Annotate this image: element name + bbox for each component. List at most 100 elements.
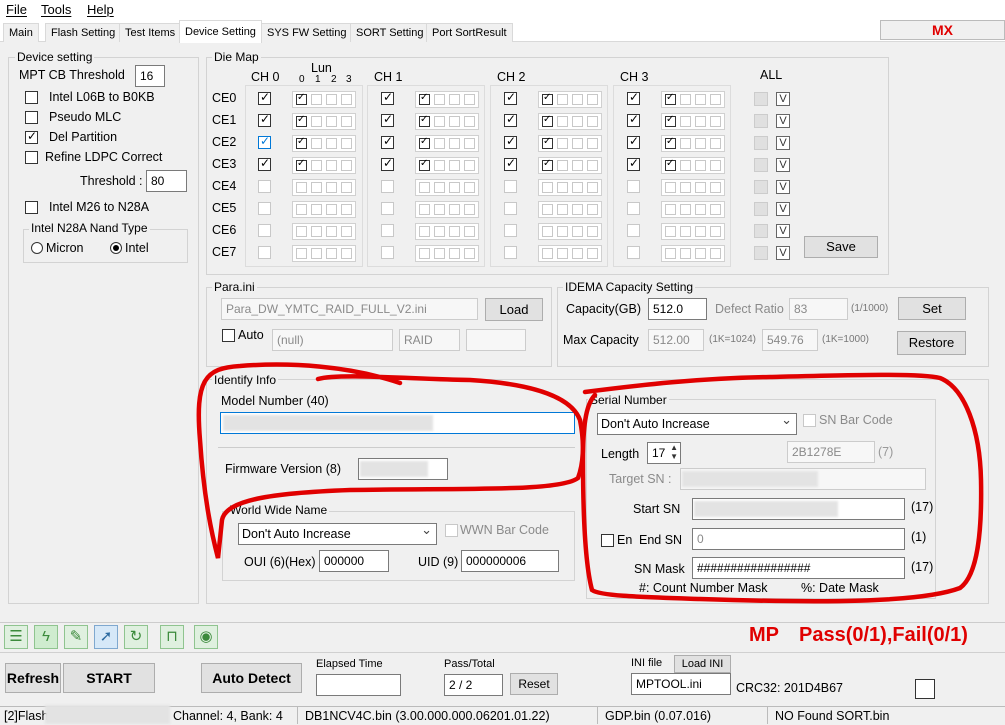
pseudo-mlc-checkbox[interactable] bbox=[25, 111, 38, 124]
spinner-arrows-icon[interactable]: ▲ ▼ bbox=[670, 443, 678, 461]
all-select-box[interactable] bbox=[754, 114, 768, 128]
all-select-box[interactable] bbox=[754, 180, 768, 194]
auto-detect-button[interactable]: Auto Detect bbox=[201, 663, 302, 693]
defect-ratio-input[interactable]: 83 bbox=[789, 298, 848, 320]
auto-checkbox[interactable] bbox=[222, 329, 235, 342]
lun-checkbox[interactable] bbox=[587, 182, 598, 193]
lun-checkbox[interactable] bbox=[542, 136, 553, 149]
all-select-box[interactable] bbox=[754, 246, 768, 260]
die-checkbox[interactable] bbox=[504, 90, 517, 105]
lun-checkbox[interactable] bbox=[464, 94, 475, 105]
raid-extra-input[interactable] bbox=[466, 329, 526, 351]
lun-checkbox[interactable] bbox=[419, 248, 430, 259]
lun-checkbox[interactable] bbox=[296, 182, 307, 193]
lun-checkbox[interactable] bbox=[542, 182, 553, 193]
lun-checkbox[interactable] bbox=[311, 182, 322, 193]
all-v-button[interactable]: V bbox=[776, 92, 790, 106]
die-checkbox[interactable] bbox=[504, 246, 517, 259]
lun-checkbox[interactable] bbox=[326, 204, 337, 215]
lun-checkbox[interactable] bbox=[680, 248, 691, 259]
lun-checkbox[interactable] bbox=[695, 226, 706, 237]
menu-tools[interactable]: Tools bbox=[41, 2, 71, 17]
auto-null-input[interactable]: (null) bbox=[272, 329, 393, 351]
start-button[interactable]: START bbox=[63, 663, 155, 693]
refine-ldpc-checkbox[interactable] bbox=[25, 151, 38, 164]
lun-checkbox[interactable] bbox=[665, 204, 676, 215]
lun-checkbox[interactable] bbox=[680, 116, 691, 127]
mpt-threshold-input[interactable]: 16 bbox=[135, 65, 165, 87]
die-checkbox[interactable] bbox=[381, 156, 394, 171]
lun-checkbox[interactable] bbox=[557, 94, 568, 105]
lun-checkbox[interactable] bbox=[341, 248, 352, 259]
lun-checkbox[interactable] bbox=[587, 204, 598, 215]
lun-checkbox[interactable] bbox=[557, 248, 568, 259]
lun-checkbox[interactable] bbox=[449, 138, 460, 149]
lun-checkbox[interactable] bbox=[680, 182, 691, 193]
uid-input[interactable]: 000000006 bbox=[461, 550, 559, 572]
lun-checkbox[interactable] bbox=[542, 92, 553, 105]
lun-checkbox[interactable] bbox=[434, 160, 445, 171]
lun-checkbox[interactable] bbox=[710, 138, 721, 149]
lun-checkbox[interactable] bbox=[680, 226, 691, 237]
lun-checkbox[interactable] bbox=[557, 116, 568, 127]
en-checkbox[interactable] bbox=[601, 534, 614, 547]
die-checkbox[interactable] bbox=[381, 246, 394, 259]
die-checkbox[interactable] bbox=[627, 112, 640, 127]
lun-checkbox[interactable] bbox=[710, 94, 721, 105]
lun-checkbox[interactable] bbox=[326, 226, 337, 237]
lun-checkbox[interactable] bbox=[557, 182, 568, 193]
micron-radio[interactable] bbox=[31, 242, 43, 254]
list-icon[interactable]: ☰ bbox=[4, 625, 28, 649]
para-file-input[interactable]: Para_DW_YMTC_RAID_FULL_V2.ini bbox=[221, 298, 478, 320]
lun-checkbox[interactable] bbox=[710, 182, 721, 193]
tab-sys-fw-setting[interactable]: SYS FW Setting bbox=[261, 23, 353, 42]
lun-checkbox[interactable] bbox=[311, 160, 322, 171]
die-checkbox[interactable] bbox=[381, 112, 394, 127]
restore-button[interactable]: Restore bbox=[897, 331, 966, 355]
lun-checkbox[interactable] bbox=[449, 160, 460, 171]
lun-checkbox[interactable] bbox=[710, 160, 721, 171]
tab-flash-setting[interactable]: Flash Setting bbox=[45, 23, 122, 42]
target-sn-input[interactable] bbox=[680, 468, 926, 490]
die-checkbox[interactable] bbox=[627, 246, 640, 259]
lun-checkbox[interactable] bbox=[572, 182, 583, 193]
die-checkbox[interactable] bbox=[627, 90, 640, 105]
lun-checkbox[interactable] bbox=[665, 158, 676, 171]
die-checkbox[interactable] bbox=[258, 112, 271, 127]
pin-icon[interactable]: ✎ bbox=[64, 625, 88, 649]
lun-checkbox[interactable] bbox=[710, 248, 721, 259]
bolt-icon[interactable]: ϟ bbox=[34, 625, 58, 649]
lun-checkbox[interactable] bbox=[464, 182, 475, 193]
lun-checkbox[interactable] bbox=[311, 226, 322, 237]
die-checkbox[interactable] bbox=[381, 202, 394, 215]
lun-checkbox[interactable] bbox=[542, 114, 553, 127]
lun-checkbox[interactable] bbox=[587, 138, 598, 149]
die-checkbox[interactable] bbox=[627, 156, 640, 171]
die-checkbox[interactable] bbox=[627, 202, 640, 215]
lun-checkbox[interactable] bbox=[311, 248, 322, 259]
lun-checkbox[interactable] bbox=[557, 204, 568, 215]
load-button[interactable]: Load bbox=[485, 298, 543, 321]
sn-mode-select[interactable]: Don't Auto Increase bbox=[597, 412, 797, 435]
capacity-input[interactable]: 512.0 bbox=[648, 298, 707, 320]
tab-port-sort-result[interactable]: Port SortResult bbox=[426, 23, 513, 42]
lun-checkbox[interactable] bbox=[296, 248, 307, 259]
lun-checkbox[interactable] bbox=[695, 182, 706, 193]
sn-mask-input[interactable]: ################# bbox=[692, 557, 905, 579]
refresh-button[interactable]: Refresh bbox=[5, 663, 61, 693]
refresh-icon[interactable]: ↻ bbox=[124, 625, 148, 649]
lun-checkbox[interactable] bbox=[434, 248, 445, 259]
die-checkbox[interactable] bbox=[258, 156, 271, 171]
lun-checkbox[interactable] bbox=[557, 160, 568, 171]
die-checkbox[interactable] bbox=[381, 180, 394, 193]
lun-checkbox[interactable] bbox=[680, 138, 691, 149]
lun-checkbox[interactable] bbox=[326, 182, 337, 193]
length-spinner[interactable]: 17 ▲ ▼ bbox=[647, 442, 681, 464]
all-select-box[interactable] bbox=[754, 158, 768, 172]
die-checkbox[interactable] bbox=[258, 202, 271, 215]
tab-main[interactable]: Main bbox=[3, 23, 39, 42]
lun-checkbox[interactable] bbox=[341, 138, 352, 149]
threshold-input[interactable]: 80 bbox=[146, 170, 187, 192]
load-ini-button[interactable]: Load INI bbox=[674, 655, 731, 673]
all-v-button[interactable]: V bbox=[776, 158, 790, 172]
